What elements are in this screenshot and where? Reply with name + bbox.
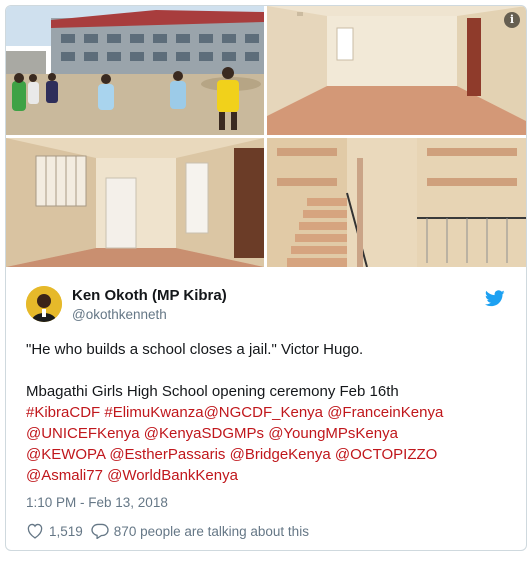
hashtag-link[interactable]: #KibraCDF bbox=[26, 404, 100, 421]
info-icon[interactable]: i bbox=[504, 12, 520, 28]
avatar[interactable] bbox=[26, 286, 62, 322]
tweet-quote: "He who builds a school closes a jail." … bbox=[26, 341, 364, 358]
embedded-tweet-card: i Ken Okoth (MP Kibra) @okothkenneth "He… bbox=[5, 5, 527, 551]
mention-link[interactable]: @OCTOPIZZO bbox=[335, 446, 437, 463]
mention-link[interactable]: @KenyaSDGMPs bbox=[144, 425, 264, 442]
mention-link[interactable]: @FranceinKenya bbox=[327, 404, 443, 421]
hashtag-link[interactable]: #ElimuKwanza@NGCDF_Kenya bbox=[104, 404, 323, 421]
like-button[interactable]: 1,519 bbox=[26, 523, 83, 539]
mention-link[interactable]: @UNICEFKenya bbox=[26, 425, 140, 442]
talking-count: 870 people are talking about this bbox=[113, 523, 309, 539]
like-count: 1,519 bbox=[49, 523, 83, 539]
heart-icon bbox=[27, 523, 43, 539]
mention-link[interactable]: @KEWOPA bbox=[26, 446, 105, 463]
mention-link[interactable]: @YoungMPsKenya bbox=[268, 425, 398, 442]
photo-corridor[interactable] bbox=[6, 138, 264, 267]
tweet-timestamp[interactable]: 1:10 PM - Feb 13, 2018 bbox=[26, 495, 168, 510]
tweet-event: Mbagathi Girls High School opening cerem… bbox=[26, 383, 399, 400]
photo-students-playing[interactable] bbox=[6, 6, 264, 135]
tags-line-4: @Asmali77 @WorldBankKenya bbox=[26, 465, 511, 486]
author-handle[interactable]: @okothkenneth bbox=[72, 307, 167, 322]
photo-staircase[interactable] bbox=[267, 138, 526, 267]
tags-line-3: @KEWOPA @EstherPassaris @BridgeKenya @OC… bbox=[26, 444, 511, 465]
twitter-bird-icon[interactable] bbox=[485, 290, 505, 307]
mention-link[interactable]: @Asmali77 bbox=[26, 467, 103, 484]
mention-link[interactable]: @EstherPassaris bbox=[109, 446, 225, 463]
photo-empty-classroom[interactable]: i bbox=[267, 6, 526, 135]
tweet-text: "He who builds a school closes a jail." … bbox=[26, 339, 511, 486]
tweet-actions: 1,519 870 people are talking about this bbox=[26, 523, 317, 539]
mention-link[interactable]: @BridgeKenya bbox=[230, 446, 331, 463]
tags-line-1: #KibraCDF #ElimuKwanza@NGCDF_Kenya @Fran… bbox=[26, 402, 511, 423]
tags-line-2: @UNICEFKenya @KenyaSDGMPs @YoungMPsKenya bbox=[26, 423, 511, 444]
mention-link[interactable]: @WorldBankKenya bbox=[107, 467, 238, 484]
tweet-body: Ken Okoth (MP Kibra) @okothkenneth "He w… bbox=[6, 267, 526, 550]
photo-grid: i bbox=[6, 6, 526, 267]
author-name[interactable]: Ken Okoth (MP Kibra) bbox=[72, 287, 227, 304]
reply-bubble-icon bbox=[91, 523, 109, 539]
reply-talking-link[interactable]: 870 people are talking about this bbox=[91, 523, 309, 539]
